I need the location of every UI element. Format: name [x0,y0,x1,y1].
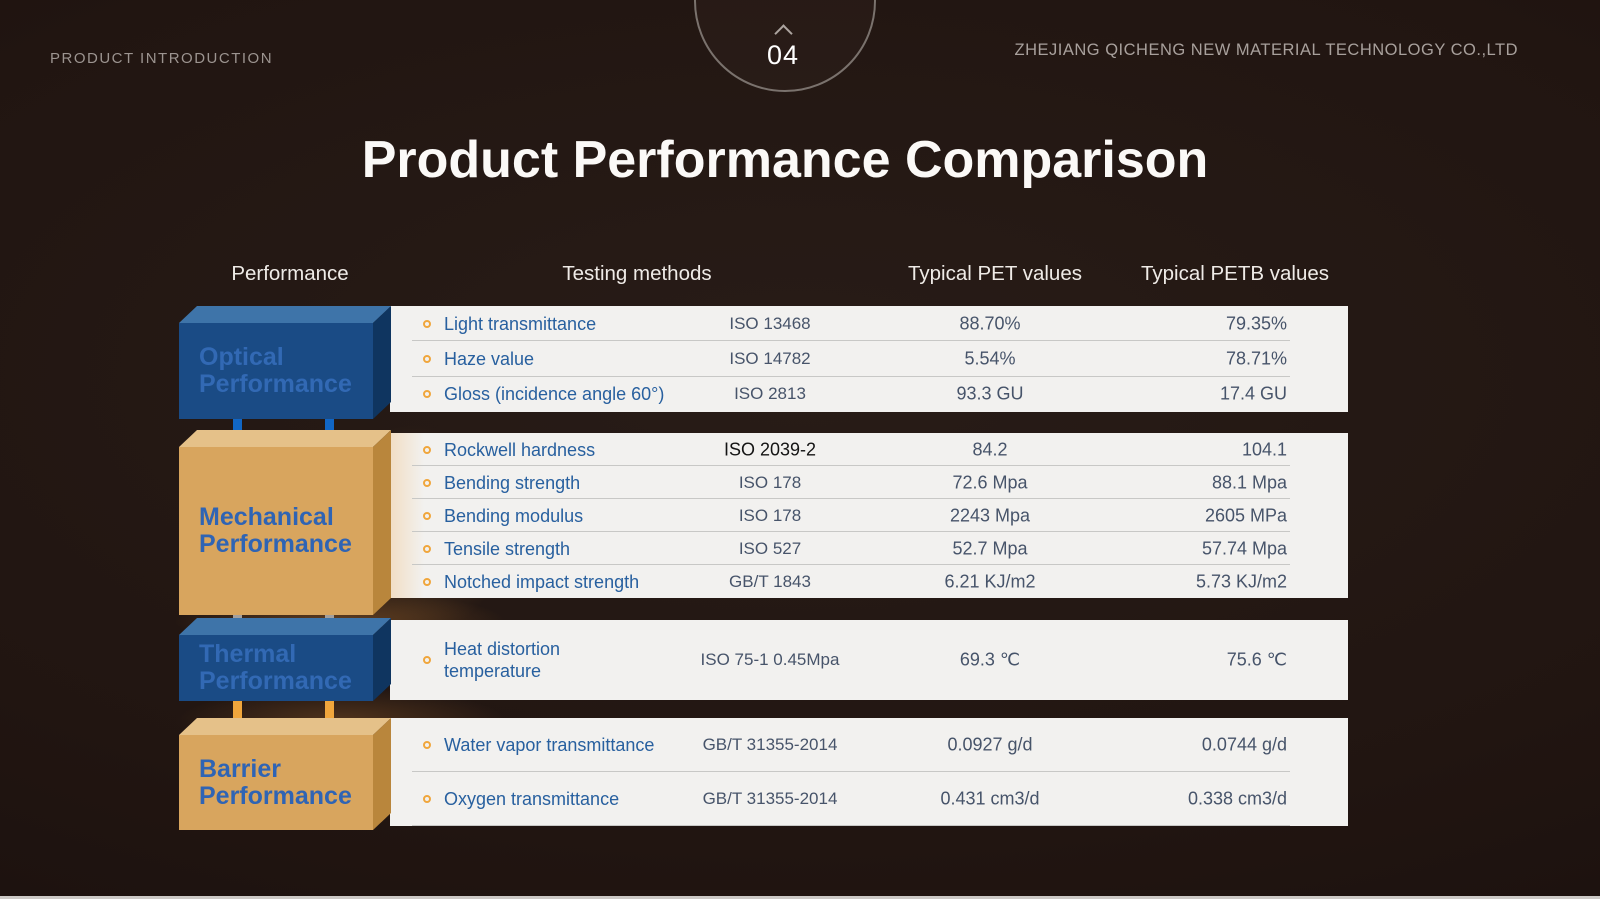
table-row: Gloss (incidence angle 60°)ISO 281393.3 … [390,377,1348,412]
category-box-label: OpticalPerformance [199,323,367,419]
row-testing-method: GB/T 31355-2014 [640,789,900,809]
table-row: Oxygen transmittanceGB/T 31355-20140.431… [390,772,1348,826]
section-band-mechanical: Rockwell hardnessISO 2039-284.2104.1Bend… [390,433,1348,598]
row-testing-method: GB/T 1843 [640,572,900,592]
row-pet-value: 6.21 KJ/m2 [880,571,1100,592]
column-header-petb-values: Typical PETB values [1125,262,1345,286]
box-side-face [373,306,391,419]
row-testing-method: ISO 2039-2 [640,439,900,460]
eyebrow-label: PRODUCT INTRODUCTION [50,50,273,67]
box-top-face [179,306,391,323]
category-box-label: MechanicalPerformance [199,447,367,615]
row-petb-value: 79.35% [1100,313,1287,334]
bullet-icon [423,578,431,586]
row-petb-value: 2605 MPa [1100,505,1287,526]
row-testing-method: ISO 178 [640,506,900,526]
row-testing-method: ISO 178 [640,473,900,493]
table-row: Rockwell hardnessISO 2039-284.2104.1 [390,433,1348,466]
row-petb-value: 78.71% [1100,348,1287,369]
bullet-icon [423,545,431,553]
category-box-label-line: Barrier [199,756,367,783]
row-testing-method: ISO 527 [640,539,900,559]
row-testing-method: ISO 13468 [640,314,900,334]
slide: PRODUCT INTRODUCTION 04 ZHEJIANG QICHENG… [0,0,1600,899]
row-petb-value: 0.338 cm3/d [1100,789,1287,810]
category-box-thermal: ThermalPerformance [179,618,391,701]
table-row: Bending strengthISO 17872.6 Mpa88.1 Mpa [390,466,1348,499]
table-row: Water vapor transmittanceGB/T 31355-2014… [390,718,1348,772]
category-box-barrier: BarrierPerformance [179,718,391,830]
row-petb-value: 0.0744 g/d [1100,735,1287,756]
row-pet-value: 69.3 ℃ [880,650,1100,671]
bullet-icon [423,512,431,520]
category-box-label-line: Performance [199,668,367,695]
row-testing-method: ISO 14782 [640,349,900,369]
category-box-label-line: Performance [199,371,367,398]
box-top-face [179,718,391,735]
row-pet-value: 2243 Mpa [880,505,1100,526]
box-side-face [373,718,391,830]
row-pet-value: 72.6 Mpa [880,472,1100,493]
row-pet-value: 52.7 Mpa [880,538,1100,559]
bullet-icon [423,795,431,803]
bullet-icon [423,446,431,454]
table-row: Heat distortion temperatureISO 75-1 0.45… [390,620,1348,700]
row-pet-value: 0.431 cm3/d [880,789,1100,810]
row-petb-value: 57.74 Mpa [1100,538,1287,559]
row-pet-value: 93.3 GU [880,384,1100,405]
row-testing-method: GB/T 31355-2014 [640,735,900,755]
category-box-label: ThermalPerformance [199,635,367,701]
row-testing-method: ISO 2813 [640,384,900,404]
row-petb-value: 104.1 [1100,439,1287,460]
row-pet-value: 84.2 [880,439,1100,460]
column-header-performance: Performance [180,262,400,286]
row-petb-value: 17.4 GU [1100,384,1287,405]
column-header-pet-values: Typical PET values [885,262,1105,286]
bullet-icon [423,355,431,363]
bullet-icon [423,479,431,487]
bullet-icon [423,656,431,664]
category-box-label-line: Optical [199,344,367,371]
company-name: ZHEJIANG QICHENG NEW MATERIAL TECHNOLOGY… [1015,41,1518,60]
bullet-icon [423,390,431,398]
row-pet-value: 5.54% [880,348,1100,369]
category-box-label-line: Performance [199,783,367,810]
table-row: Tensile strengthISO 52752.7 Mpa57.74 Mpa [390,532,1348,565]
slide-title: Product Performance Comparison [0,130,1570,190]
page-number: 04 [733,40,833,71]
table-row: Bending modulusISO 1782243 Mpa2605 MPa [390,499,1348,532]
category-box-mechanical: MechanicalPerformance [179,430,391,615]
category-box-optical: OpticalPerformance [179,306,391,419]
column-header-testing-methods: Testing methods [527,262,747,286]
category-box-label-line: Performance [199,531,367,558]
section-band-optical: Light transmittanceISO 1346888.70%79.35%… [390,306,1348,412]
bullet-icon [423,741,431,749]
row-petb-value: 75.6 ℃ [1100,650,1287,671]
row-pet-value: 88.70% [880,313,1100,334]
row-testing-method: ISO 75-1 0.45Mpa [640,650,900,670]
category-box-label: BarrierPerformance [199,735,367,830]
bullet-icon [423,320,431,328]
box-top-face [179,430,391,447]
category-box-label-line: Mechanical [199,504,367,531]
box-top-face [179,618,391,635]
table-row: Light transmittanceISO 1346888.70%79.35% [390,306,1348,341]
category-box-label-line: Thermal [199,641,367,668]
table-row: Haze valueISO 147825.54%78.71% [390,341,1348,376]
table-row: Notched impact strengthGB/T 18436.21 KJ/… [390,565,1348,598]
row-petb-value: 5.73 KJ/m2 [1100,571,1287,592]
row-pet-value: 0.0927 g/d [880,735,1100,756]
section-band-barrier: Water vapor transmittanceGB/T 31355-2014… [390,718,1348,826]
row-petb-value: 88.1 Mpa [1100,472,1287,493]
box-side-face [373,430,391,615]
section-band-thermal: Heat distortion temperatureISO 75-1 0.45… [390,620,1348,700]
